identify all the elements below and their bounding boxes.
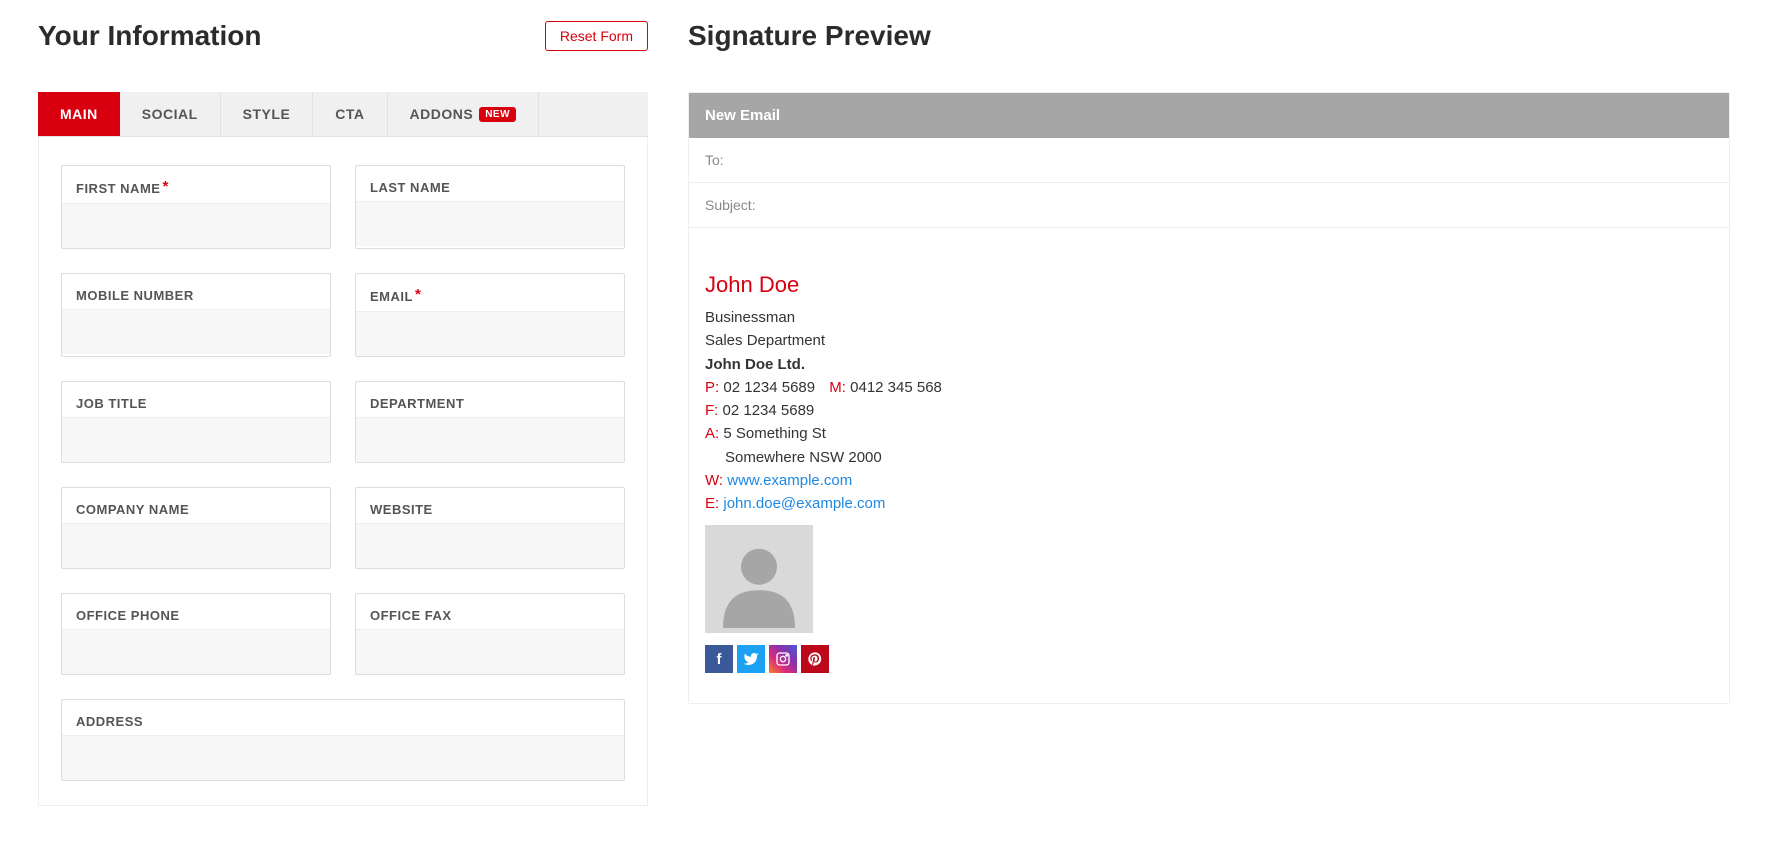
last-name-input[interactable] bbox=[356, 201, 624, 246]
company-input[interactable] bbox=[62, 523, 330, 568]
tab-main[interactable]: MAIN bbox=[38, 92, 120, 136]
tab-style[interactable]: STYLE bbox=[221, 92, 314, 136]
facebook-icon[interactable]: f bbox=[705, 645, 733, 673]
avatar-icon bbox=[714, 533, 804, 633]
sig-web: www.example.com bbox=[727, 472, 852, 489]
sig-dept: Sales Department bbox=[705, 329, 1713, 352]
field-first-name: FIRST NAME* bbox=[61, 165, 331, 249]
pinterest-icon[interactable] bbox=[801, 645, 829, 673]
first-name-input[interactable] bbox=[62, 203, 330, 248]
subject-field: Subject: bbox=[689, 183, 1729, 228]
sig-addr2: Somewhere NSW 2000 bbox=[705, 446, 1713, 469]
tab-cta[interactable]: CTA bbox=[313, 92, 387, 136]
website-input[interactable] bbox=[356, 523, 624, 568]
instagram-icon[interactable] bbox=[769, 645, 797, 673]
department-input[interactable] bbox=[356, 417, 624, 462]
field-department: DEPARTMENT bbox=[355, 381, 625, 463]
form-body: FIRST NAME* LAST NAME MOBILE NUMBER EMAI… bbox=[38, 137, 648, 806]
form-title: Your Information bbox=[38, 20, 261, 52]
tabs: MAIN SOCIAL STYLE CTA ADDONS NEW bbox=[38, 92, 648, 137]
sig-email: john.doe@example.com bbox=[723, 495, 885, 512]
job-title-input[interactable] bbox=[62, 417, 330, 462]
tab-social[interactable]: SOCIAL bbox=[120, 92, 221, 136]
preview-title: Signature Preview bbox=[688, 20, 931, 52]
sig-mobile: 0412 345 568 bbox=[850, 379, 942, 396]
new-email-bar: New Email bbox=[689, 93, 1729, 138]
sig-phone: 02 1234 5689 bbox=[723, 379, 815, 396]
field-website: WEBSITE bbox=[355, 487, 625, 569]
tab-addons[interactable]: ADDONS NEW bbox=[388, 92, 540, 136]
field-office-phone: OFFICE PHONE bbox=[61, 593, 331, 675]
twitter-icon[interactable] bbox=[737, 645, 765, 673]
field-email: EMAIL* bbox=[355, 273, 625, 357]
avatar-placeholder bbox=[705, 525, 813, 633]
sig-name: John Doe bbox=[705, 268, 1713, 302]
field-office-fax: OFFICE FAX bbox=[355, 593, 625, 675]
social-icons: f bbox=[705, 645, 1713, 673]
email-input[interactable] bbox=[356, 311, 624, 356]
address-input[interactable] bbox=[62, 735, 624, 780]
new-badge: NEW bbox=[479, 107, 516, 122]
sig-job: Businessman bbox=[705, 306, 1713, 329]
sig-company: John Doe Ltd. bbox=[705, 353, 1713, 376]
mobile-input[interactable] bbox=[62, 309, 330, 354]
form-panel: Your Information Reset Form MAIN SOCIAL … bbox=[38, 20, 648, 806]
field-last-name: LAST NAME bbox=[355, 165, 625, 249]
field-address: ADDRESS bbox=[61, 699, 625, 781]
reset-button[interactable]: Reset Form bbox=[545, 21, 648, 51]
sig-fax: 02 1234 5689 bbox=[723, 402, 815, 419]
to-field: To: bbox=[689, 138, 1729, 183]
office-fax-input[interactable] bbox=[356, 629, 624, 674]
preview-panel: Signature Preview New Email To: Subject:… bbox=[688, 20, 1730, 806]
sig-addr1: 5 Something St bbox=[723, 425, 826, 442]
signature: John Doe Businessman Sales Department Jo… bbox=[689, 228, 1729, 703]
field-job-title: JOB TITLE bbox=[61, 381, 331, 463]
field-company: COMPANY NAME bbox=[61, 487, 331, 569]
field-mobile: MOBILE NUMBER bbox=[61, 273, 331, 357]
office-phone-input[interactable] bbox=[62, 629, 330, 674]
